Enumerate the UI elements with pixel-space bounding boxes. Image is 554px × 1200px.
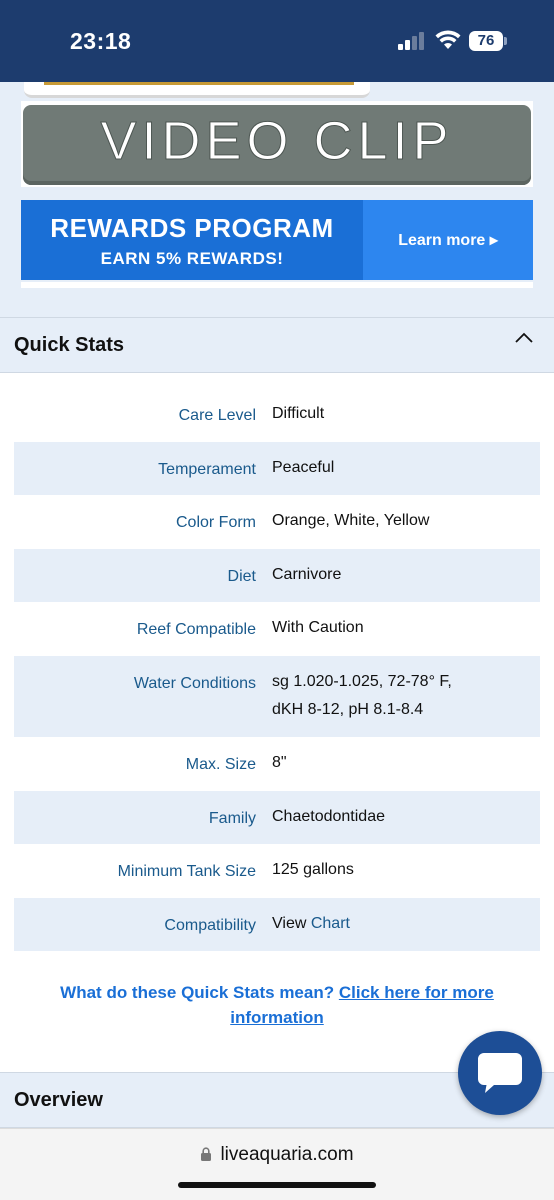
stat-label: Diet (227, 568, 256, 585)
promo-area: VIDEO CLIP REWARDS PROGRAM EARN 5% REWAR… (0, 82, 554, 318)
stat-label: Water Conditions (133, 675, 256, 692)
chat-bubble-icon (478, 1053, 522, 1093)
rewards-program-banner[interactable]: REWARDS PROGRAM EARN 5% REWARDS! Learn m… (21, 200, 533, 280)
live-chat-button[interactable] (458, 1031, 542, 1115)
stat-value: View Chart (272, 910, 350, 938)
stat-value: Carnivore (272, 566, 342, 583)
stat-row-water-conditions: Water Conditions sg 1.020-1.025, 72-78° … (14, 656, 540, 737)
stat-label: Max. Size (185, 756, 256, 773)
battery-icon: 76 (469, 31, 503, 51)
url-text: liveaquaria.com (220, 1144, 354, 1165)
quick-stats-title: Quick Stats (14, 334, 125, 356)
battery-tip (504, 37, 507, 45)
quick-stats-help: What do these Quick Stats mean? Click he… (30, 980, 524, 1030)
stat-label: Temperament (158, 461, 256, 478)
stat-row-compatibility: Compatibility View Chart (14, 898, 540, 951)
stat-row-reef-compatible: Reef Compatible With Caution (14, 602, 540, 656)
stat-row-family: Family Chaetodontidae (14, 791, 540, 844)
stat-value-line-2: dKH 8-12, pH 8.1-8.4 (272, 701, 424, 718)
stat-label: Compatibility (164, 917, 256, 934)
stat-row-color-form: Color Form Orange, White, Yellow (14, 495, 540, 549)
stat-value: Peaceful (272, 459, 335, 476)
stat-value: 125 gallons (272, 861, 354, 878)
lock-icon (201, 1147, 212, 1161)
url-display: liveaquaria.com (0, 1144, 554, 1166)
stat-label: Reef Compatible (136, 621, 256, 638)
view-text: View (272, 915, 307, 932)
banner-divider (21, 282, 533, 288)
stat-value: 8" (272, 754, 287, 771)
video-clip-banner[interactable]: VIDEO CLIP (21, 101, 533, 187)
rewards-text: REWARDS PROGRAM EARN 5% REWARDS! (21, 200, 363, 280)
compatibility-chart-link[interactable]: Chart (311, 915, 350, 932)
rewards-subtitle: EARN 5% REWARDS! (100, 249, 284, 268)
status-bar: 23:18 76 (0, 0, 554, 82)
stat-row-diet: Diet Carnivore (14, 549, 540, 602)
stat-row-care-level: Care Level Difficult (14, 388, 540, 442)
stat-value: Chaetodontidae (272, 808, 385, 825)
quick-stats-table: Care Level Difficult Temperament Peacefu… (14, 388, 540, 951)
rewards-title: REWARDS PROGRAM (50, 213, 334, 243)
learn-more-button[interactable]: Learn more ▸ (363, 200, 533, 280)
cellular-signal-icon (398, 32, 424, 50)
banner-remnant (24, 82, 370, 98)
status-time: 23:18 (70, 28, 132, 54)
stat-row-temperament: Temperament Peaceful (14, 442, 540, 495)
stat-value: Orange, White, Yellow (272, 512, 430, 529)
stat-value: With Caution (272, 619, 364, 636)
stat-value: Difficult (272, 405, 325, 422)
help-question: What do these Quick Stats mean? (60, 983, 335, 1002)
home-indicator[interactable] (178, 1182, 376, 1188)
stat-value: sg 1.020-1.025, 72-78° F, (272, 673, 452, 690)
stat-label: Color Form (175, 514, 256, 531)
quick-stats-header[interactable]: Quick Stats (0, 317, 554, 373)
stat-label: Family (208, 810, 256, 827)
video-clip-label: VIDEO CLIP (23, 105, 531, 185)
stat-label: Minimum Tank Size (117, 863, 256, 880)
wifi-icon (435, 30, 461, 49)
stat-row-min-tank-size: Minimum Tank Size 125 gallons (14, 844, 540, 898)
stat-row-max-size: Max. Size 8" (14, 737, 540, 791)
overview-title: Overview (14, 1089, 103, 1111)
browser-url-bar[interactable]: liveaquaria.com (0, 1128, 554, 1200)
stat-label: Care Level (178, 407, 256, 424)
chevron-up-icon[interactable] (513, 327, 535, 349)
